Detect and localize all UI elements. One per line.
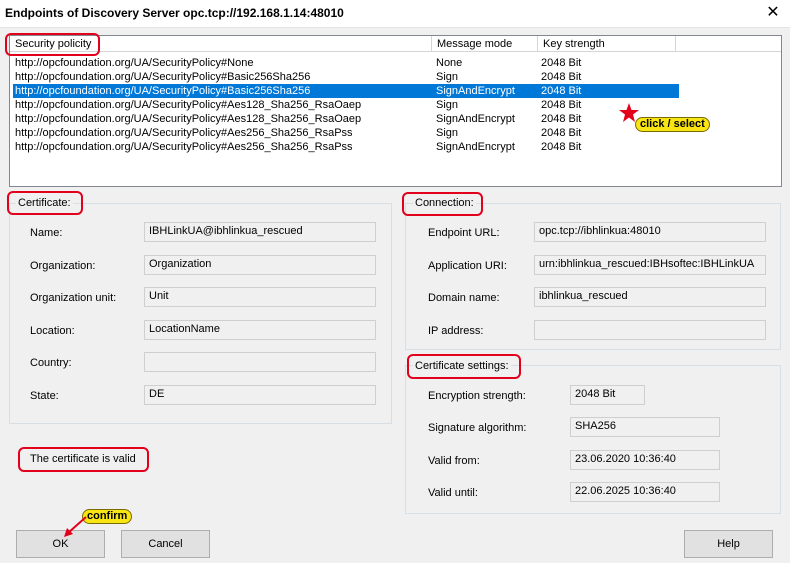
application-uri-field: urn:ibhlinkua_rescued:IBHsoftec:IBHLinkU…	[534, 255, 766, 275]
mode-cell: SignAndEncrypt	[436, 85, 515, 97]
endpoint-row[interactable]: http://opcfoundation.org/UA/SecurityPoli…	[13, 140, 679, 154]
highlight-cert-settings	[407, 354, 521, 379]
cert-unit-field: Unit	[144, 287, 376, 307]
key-cell: 2048 Bit	[541, 71, 582, 83]
mode-cell: SignAndEncrypt	[436, 141, 515, 153]
column-header-mode[interactable]: Message mode	[432, 36, 538, 52]
cert-organization-field: Organization	[144, 255, 376, 275]
policy-cell: http://opcfoundation.org/UA/SecurityPoli…	[15, 99, 362, 111]
signature-algorithm-label: Signature algorithm:	[428, 422, 527, 434]
column-header-label: Message mode	[437, 38, 513, 50]
location-label: Location:	[30, 325, 75, 337]
highlight-certificate	[7, 191, 83, 215]
endpoint-url-label: Endpoint URL:	[428, 227, 500, 239]
cert-name-field: IBHLinkUA@ibhlinkua_rescued	[144, 222, 376, 242]
key-cell: 2048 Bit	[541, 99, 582, 111]
confirm-callout: confirm	[82, 509, 133, 524]
endpoint-row[interactable]: http://opcfoundation.org/UA/SecurityPoli…	[13, 56, 679, 70]
ip-address-label: IP address:	[428, 325, 484, 337]
application-uri-label: Application URI:	[428, 260, 507, 272]
key-cell: 2048 Bit	[541, 57, 582, 69]
endpoint-row[interactable]: http://opcfoundation.org/UA/SecurityPoli…	[13, 70, 679, 84]
endpoint-row[interactable]: http://opcfoundation.org/UA/SecurityPoli…	[13, 126, 679, 140]
encryption-strength-field: 2048 Bit	[570, 385, 645, 405]
endpoint-list[interactable]: Security policity Message mode Key stren…	[9, 35, 782, 187]
state-label: State:	[30, 390, 59, 402]
column-header-key[interactable]: Key strength	[538, 36, 676, 52]
endpoint-row-selected[interactable]: http://opcfoundation.org/UA/SecurityPoli…	[13, 84, 679, 98]
help-button[interactable]: Help	[684, 530, 773, 558]
valid-until-label: Valid until:	[428, 487, 478, 499]
endpoint-row[interactable]: http://opcfoundation.org/UA/SecurityPoli…	[13, 112, 679, 126]
mode-cell: Sign	[436, 99, 459, 111]
title-bar: Endpoints of Discovery Server opc.tcp://…	[0, 0, 790, 28]
endpoint-row[interactable]: http://opcfoundation.org/UA/SecurityPoli…	[13, 98, 679, 112]
endpoint-url-field: opc.tcp://ibhlinkua:48010	[534, 222, 766, 242]
signature-algorithm-field: SHA256	[570, 417, 720, 437]
encryption-strength-label: Encryption strength:	[428, 390, 526, 402]
column-header-filler	[676, 36, 781, 52]
ok-button[interactable]: OK	[16, 530, 105, 558]
cert-state-field: DE	[144, 385, 376, 405]
mode-cell: None	[436, 57, 463, 69]
domain-name-label: Domain name:	[428, 292, 500, 304]
cert-country-field	[144, 352, 376, 372]
policy-cell: http://opcfoundation.org/UA/SecurityPoli…	[15, 127, 353, 139]
window-title: Endpoints of Discovery Server opc.tcp://…	[5, 6, 344, 20]
key-cell: 2048 Bit	[541, 127, 582, 139]
policy-cell: http://opcfoundation.org/UA/SecurityPoli…	[15, 141, 353, 153]
organization-label: Organization:	[30, 260, 96, 272]
policy-cell: http://opcfoundation.org/UA/SecurityPoli…	[15, 57, 254, 69]
domain-name-field: ibhlinkua_rescued	[534, 287, 766, 307]
click-select-callout: click / select	[635, 117, 710, 132]
column-header-label: Key strength	[543, 38, 605, 50]
mode-cell: SignAndEncrypt	[436, 113, 515, 125]
policy-cell: http://opcfoundation.org/UA/SecurityPoli…	[15, 85, 311, 97]
cancel-button[interactable]: Cancel	[121, 530, 210, 558]
organization-unit-label: Organization unit:	[30, 292, 117, 304]
mode-cell: Sign	[436, 127, 459, 139]
country-label: Country:	[30, 357, 72, 369]
key-cell: 2048 Bit	[541, 113, 582, 125]
highlight-status	[18, 447, 149, 472]
policy-cell: http://opcfoundation.org/UA/SecurityPoli…	[15, 71, 311, 83]
policy-cell: http://opcfoundation.org/UA/SecurityPoli…	[15, 113, 362, 125]
name-label: Name:	[30, 227, 63, 239]
cert-location-field: LocationName	[144, 320, 376, 340]
valid-from-label: Valid from:	[428, 455, 480, 467]
mode-cell: Sign	[436, 71, 459, 83]
key-cell: 2048 Bit	[541, 141, 582, 153]
valid-until-field: 22.06.2025 10:36:40	[570, 482, 720, 502]
close-icon[interactable]: ✕	[762, 2, 784, 24]
valid-from-field: 23.06.2020 10:36:40	[570, 450, 720, 470]
highlight-connection	[402, 192, 483, 216]
highlight-security-policy	[5, 33, 100, 56]
arrow-pointer-icon	[64, 516, 87, 537]
ip-address-field	[534, 320, 766, 340]
key-cell: 2048 Bit	[541, 85, 582, 97]
